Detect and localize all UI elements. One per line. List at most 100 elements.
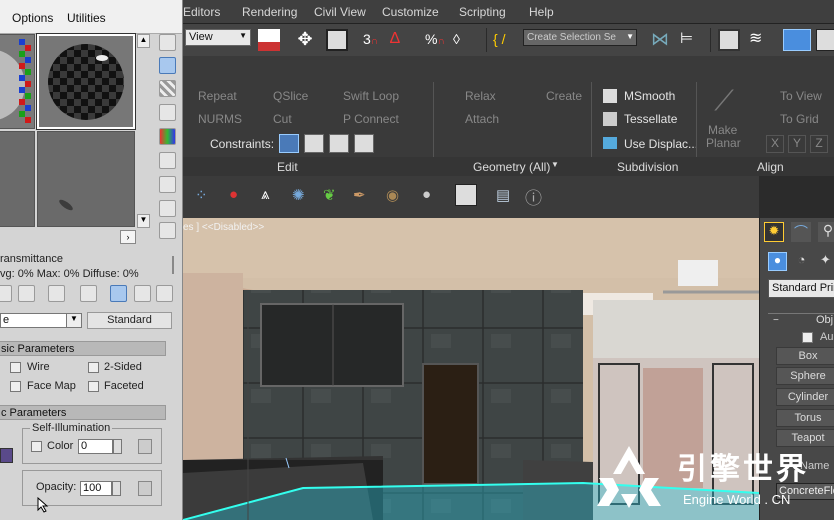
sample-uv-button[interactable]	[159, 104, 176, 121]
scroll-down-button[interactable]: ▼	[137, 214, 150, 228]
nurms-button[interactable]: NURMS	[198, 112, 242, 126]
material-map-navigator-button[interactable]	[159, 222, 176, 239]
hf-icon[interactable]: ✒	[353, 186, 375, 208]
scroll-up-button[interactable]: ▲	[137, 34, 150, 48]
menu-rendering[interactable]: Rendering	[242, 5, 297, 19]
tessellate-button[interactable]: Tessellate	[624, 112, 677, 126]
material-slot-2-selected[interactable]	[36, 33, 136, 130]
material-name-field[interactable]: e	[0, 313, 68, 328]
geometry-category-icon[interactable]: ●	[768, 252, 787, 271]
align-section-label[interactable]: Align	[757, 160, 784, 174]
menu-customize[interactable]: Customize	[382, 5, 439, 19]
repeat-button[interactable]: Repeat	[198, 89, 237, 103]
pick-material-dropdown[interactable]: ▼	[66, 313, 82, 328]
opacity-map-button[interactable]	[138, 481, 152, 496]
scene-explorer-icon[interactable]	[718, 29, 740, 51]
object-category-dropdown[interactable]: Standard Prim	[768, 279, 834, 298]
constraint-edge-icon[interactable]	[304, 134, 324, 153]
opacity-spinner[interactable]	[112, 481, 121, 496]
get-material-icon[interactable]	[0, 285, 12, 302]
foliage-icon[interactable]: ❦	[323, 186, 345, 208]
menu-options[interactable]: Options	[12, 11, 53, 25]
relax-button[interactable]: Relax	[465, 89, 496, 103]
torus-button[interactable]: Torus	[776, 409, 834, 427]
go-to-parent-icon[interactable]	[156, 285, 173, 302]
cut-button[interactable]: Cut	[273, 112, 292, 126]
od-icon[interactable]: ◉	[386, 186, 408, 208]
scroll-right-button[interactable]: ›	[120, 230, 136, 244]
self-illum-map-button[interactable]	[138, 439, 152, 454]
self-illum-spinner[interactable]	[113, 439, 122, 454]
put-to-scene-icon[interactable]	[18, 285, 35, 302]
align-x-button[interactable]: X	[766, 135, 784, 153]
help-icon[interactable]: ⓘ	[525, 184, 547, 208]
menu-help[interactable]: Help	[529, 5, 554, 19]
hierarchy-tab-icon[interactable]: ⚲	[818, 222, 834, 242]
percent-snap-icon[interactable]: %∩	[425, 29, 447, 51]
reference-coordinate-dropdown[interactable]: View ▼	[185, 29, 251, 46]
sphere-button[interactable]: Sphere	[776, 367, 834, 385]
show-end-result-icon[interactable]	[134, 285, 151, 302]
rollout-toggle-icon[interactable]: −	[773, 315, 779, 326]
two-sided-checkbox[interactable]	[88, 362, 99, 373]
align-y-button[interactable]: Y	[788, 135, 806, 153]
spinner-snap-icon[interactable]: ◊	[453, 29, 475, 51]
to-grid-button[interactable]: To Grid	[780, 112, 819, 126]
hair-icon[interactable]: ✺	[292, 186, 314, 208]
make-planar-label[interactable]: Make	[708, 123, 737, 137]
material-slot-3[interactable]	[0, 131, 35, 227]
to-view-button[interactable]: To View	[780, 89, 822, 103]
use-displacement-button[interactable]: Use Displac...	[624, 137, 698, 151]
cylinder-button[interactable]: Cylinder	[776, 388, 834, 406]
menu-scripting[interactable]: Scripting	[459, 5, 506, 19]
opacity-field[interactable]: 100	[80, 481, 112, 496]
sample-type-button[interactable]	[159, 34, 176, 51]
select-manipulate-icon[interactable]	[326, 29, 348, 51]
modify-tab-icon[interactable]: ⌒	[791, 222, 811, 242]
select-and-move-icon[interactable]: ✥	[294, 29, 316, 51]
edit-section-label[interactable]: Edit	[277, 160, 298, 174]
blinn-basic-parameters-rollout[interactable]: c Parameters	[0, 405, 166, 420]
create-button[interactable]: Create	[546, 89, 582, 103]
shader-basic-parameters-rollout[interactable]: sic Parameters	[0, 341, 166, 356]
mirror-icon[interactable]: ⋈	[649, 29, 671, 51]
attach-button[interactable]: Attach	[465, 112, 499, 126]
select-by-material-button[interactable]	[159, 200, 176, 217]
self-illum-color-checkbox[interactable]	[31, 441, 42, 452]
curve-editor-icon[interactable]	[816, 29, 834, 51]
video-color-check-button[interactable]	[159, 128, 176, 145]
show-shaded-icon[interactable]	[110, 285, 127, 302]
backlight-button[interactable]	[159, 57, 176, 74]
subdivision-section-label[interactable]: Subdivision	[617, 160, 678, 174]
ambient-lock-icon[interactable]	[0, 448, 13, 463]
msmooth-button[interactable]: MSmooth	[624, 89, 675, 103]
particle-icon[interactable]: ⁘	[195, 186, 217, 208]
face-map-checkbox[interactable]	[10, 381, 21, 392]
align-icon[interactable]: ⊨	[680, 29, 702, 51]
autogrid-checkbox[interactable]	[802, 332, 813, 343]
toggle-ribbon-icon[interactable]	[783, 29, 811, 51]
sphere-render-icon[interactable]: ●	[422, 186, 444, 208]
lights-category-icon[interactable]: ✦	[816, 252, 834, 271]
menu-civil-view[interactable]: Civil View	[314, 5, 366, 19]
background-button[interactable]	[159, 80, 176, 97]
geometry-section-label[interactable]: Geometry (All)	[473, 160, 550, 174]
material-slot-4[interactable]	[37, 131, 135, 227]
constraint-none-icon[interactable]	[279, 134, 299, 153]
constraint-face-icon[interactable]	[329, 134, 349, 153]
align-z-button[interactable]: Z	[810, 135, 828, 153]
layer-explorer-icon[interactable]: ≋	[749, 29, 771, 51]
named-selection-set-field[interactable]: Create Selection Se ▼	[523, 29, 637, 46]
shapes-category-icon[interactable]: ◔	[792, 252, 811, 271]
material-editor-icon[interactable]	[455, 184, 477, 206]
render-setup-icon[interactable]: ▤	[496, 186, 518, 208]
space-warp-icon[interactable]: ⩓	[261, 186, 283, 208]
reset-map-icon[interactable]	[80, 285, 97, 302]
use-pivot-icon[interactable]	[258, 29, 280, 51]
faceted-checkbox[interactable]	[88, 381, 99, 392]
menu-editors[interactable]: Editors	[183, 5, 220, 19]
menu-utilities[interactable]: Utilities	[67, 11, 106, 25]
self-illum-value-field[interactable]: 0	[78, 439, 113, 454]
qslice-button[interactable]: QSlice	[273, 89, 308, 103]
angle-snap-icon[interactable]: ∆	[390, 29, 412, 51]
